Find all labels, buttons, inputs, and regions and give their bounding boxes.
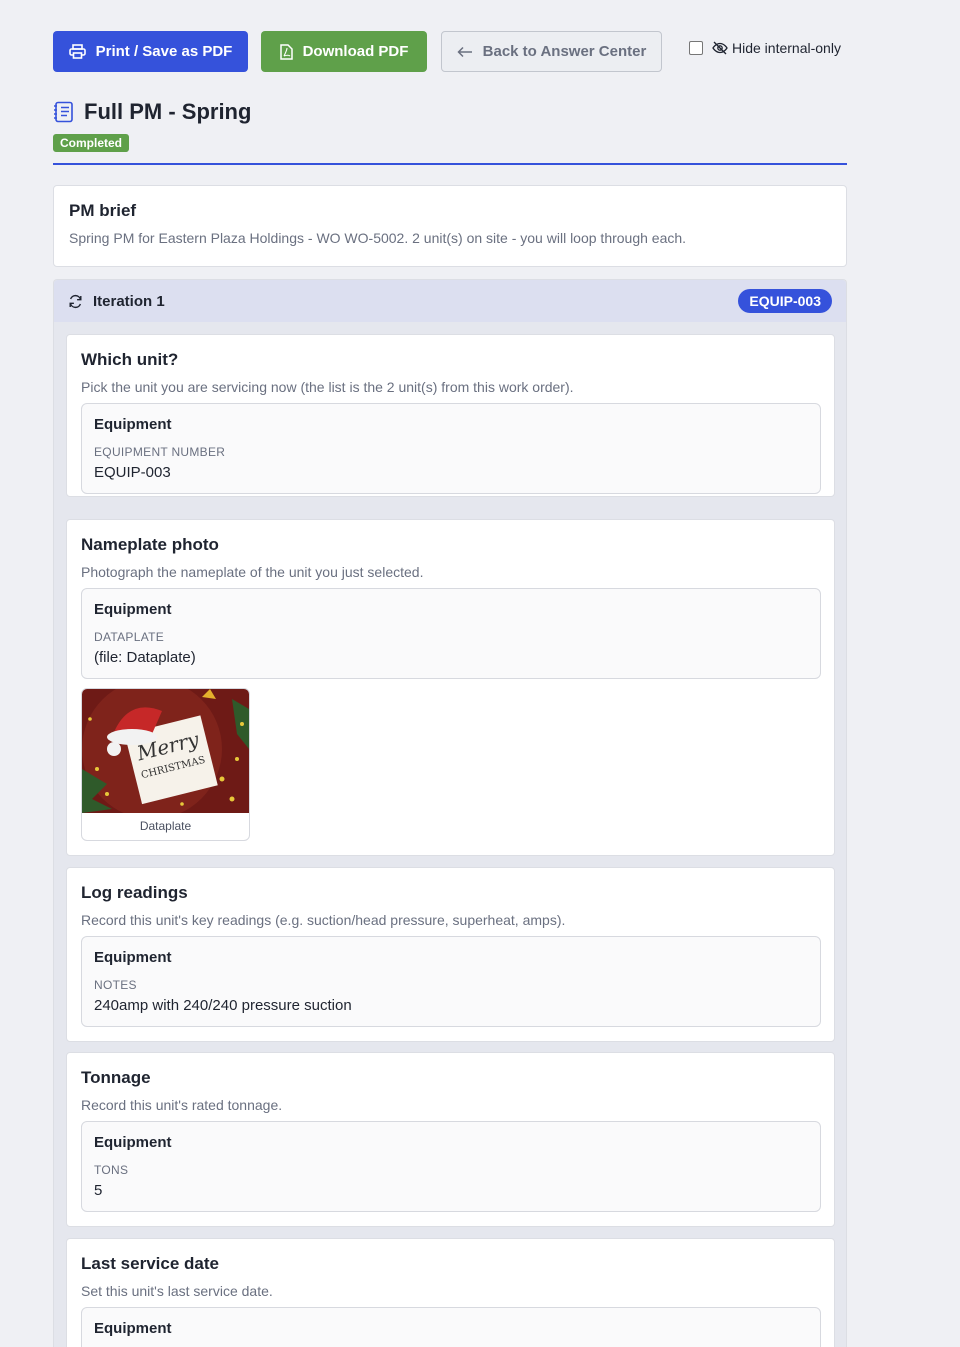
step-title: Tonnage [81,1068,151,1087]
field-key: EQUIPMENT NUMBER [94,445,226,459]
field-value: (file: Dataplate) [94,649,196,666]
answer-field-box: Equipment TONS 5 [81,1121,821,1212]
step-description: Set this unit's last service date. [81,1283,273,1299]
hide-internal-checkbox[interactable] [689,41,703,55]
pm-brief-text: Spring PM for Eastern Plaza Holdings - W… [69,230,687,246]
print-button[interactable]: Print / Save as PDF [53,31,248,72]
pm-brief-card: PM brief Spring PM for Eastern Plaza Hol… [53,185,847,267]
download-pdf-button[interactable]: Download PDF [261,31,427,72]
back-to-answer-center-button[interactable]: Back to Answer Center [441,31,662,72]
checklist-document-icon [54,101,73,123]
pdf-file-icon [279,43,293,60]
step-title: Which unit? [81,350,179,369]
answer-field-box: Equipment NOTES 240amp with 240/240 pres… [81,936,821,1027]
field-value: EQUIP-003 [94,464,171,481]
download-pdf-label: Download PDF [302,43,409,60]
field-group-label: Equipment [94,1320,172,1337]
step-card-tonnage: Tonnage Record this unit's rated tonnage… [66,1052,835,1227]
header-divider [53,163,847,165]
field-value: 5 [94,1182,103,1199]
toolbar: Print / Save as PDF Download PDF Back to… [53,31,847,72]
answer-field-box: Equipment DATAPLATE (file: Dataplate) [81,588,821,679]
answer-field-box: Equipment EQUIPMENT NUMBER EQUIP-003 [81,403,821,494]
status-badge: Completed [53,134,130,152]
step-description: Record this unit's rated tonnage. [81,1097,283,1113]
refresh-icon [69,294,82,308]
field-group-label: Equipment [94,601,172,618]
page-header: Full PM - Spring [53,99,251,125]
field-group-label: Equipment [94,1134,172,1151]
photo-caption: Dataplate [139,819,192,833]
step-title: Nameplate photo [81,535,219,554]
step-description: Record this unit's key readings (e.g. su… [81,912,566,928]
field-key: TONS [94,1163,129,1177]
eye-off-icon [712,41,728,55]
step-card-nameplate-photo: Nameplate photo Photograph the nameplate… [66,519,835,856]
step-card-log-readings: Log readings Record this unit's key read… [66,867,835,1042]
step-title: Last service date [81,1254,219,1273]
print-button-label: Print / Save as PDF [95,43,233,60]
equipment-badge: EQUIP-003 [738,289,832,313]
iteration-panel: Iteration 1 EQUIP-003 Which unit? Pick t… [53,279,847,1347]
iteration-header: Iteration 1 EQUIP-003 [54,280,846,322]
back-button-label: Back to Answer Center [482,43,647,60]
page-title: Full PM - Spring [84,99,252,124]
step-description: Photograph the nameplate of the unit you… [81,564,424,580]
hide-internal-label: Hide internal-only [732,40,841,56]
field-group-label: Equipment [94,949,172,966]
christmas-card-image: Merry CHRISTMAS [82,689,249,813]
step-card-which-unit: Which unit? Pick the unit you are servic… [66,334,835,497]
printer-icon [68,44,86,59]
hide-internal-only-toggle[interactable]: Hide internal-only [689,40,841,56]
dataplate-photo-thumbnail[interactable]: Merry CHRISTMAS Dataplate [81,688,250,841]
step-title: Log readings [81,883,188,902]
field-key: NOTES [94,978,137,992]
field-key: DATAPLATE [94,630,165,644]
field-group-label: Equipment [94,416,172,433]
step-description: Pick the unit you are servicing now (the… [81,379,574,395]
iteration-label: Iteration 1 [93,292,165,310]
arrow-left-icon [457,46,472,57]
step-card-last-service-date: Last service date Set this unit's last s… [66,1238,835,1347]
field-value: 240amp with 240/240 pressure suction [94,997,352,1014]
answer-field-box: Equipment [81,1307,821,1347]
pm-brief-title: PM brief [69,201,137,220]
